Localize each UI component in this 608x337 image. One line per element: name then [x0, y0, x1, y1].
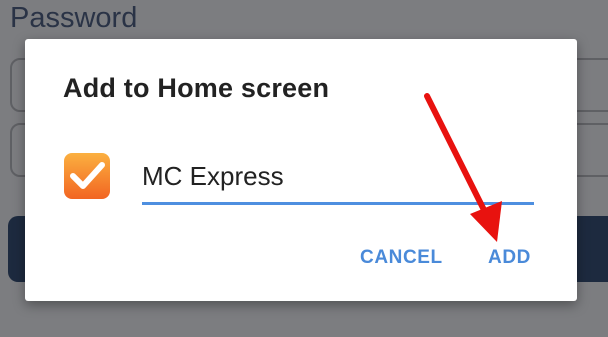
- dialog-title: Add to Home screen: [63, 73, 330, 103]
- screen: Password Add to Home screen CANCEL ADD: [0, 0, 608, 337]
- shortcut-name-input[interactable]: [142, 156, 534, 196]
- password-label: Password: [10, 2, 138, 34]
- cancel-button[interactable]: CANCEL: [360, 247, 443, 269]
- add-button[interactable]: ADD: [488, 247, 531, 269]
- add-to-home-dialog: Add to Home screen CANCEL ADD: [25, 39, 577, 301]
- orange-checkbox-icon: [63, 152, 111, 200]
- shortcut-name-field[interactable]: [142, 156, 534, 205]
